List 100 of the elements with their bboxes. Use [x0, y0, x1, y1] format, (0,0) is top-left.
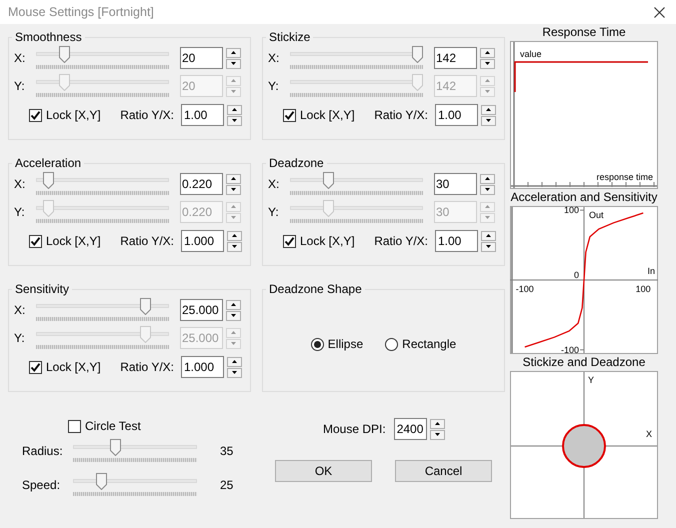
down-arrow-icon — [485, 90, 490, 93]
down-arrow-icon — [231, 342, 236, 345]
checkbox[interactable] — [283, 234, 296, 248]
checkbox[interactable] — [283, 108, 296, 122]
close-icon[interactable] — [654, 6, 665, 18]
spin-up-button[interactable] — [227, 104, 242, 114]
ratio-label: Ratio Y/X: — [120, 234, 174, 248]
slider-thumb[interactable] — [322, 172, 334, 189]
spin-up-button[interactable] — [430, 418, 445, 428]
ratio-field[interactable]: 1.000 — [181, 356, 224, 378]
spin-down-button[interactable] — [227, 242, 242, 252]
up-arrow-icon — [231, 303, 236, 306]
up-arrow-icon — [485, 51, 490, 54]
spin-up-button[interactable] — [480, 174, 495, 184]
slider[interactable] — [73, 473, 197, 497]
checkbox-label: Circle Test — [85, 419, 141, 433]
slider-reading: 35 — [220, 444, 234, 458]
down-arrow-icon — [486, 119, 491, 122]
value-field[interactable]: 20 — [180, 47, 223, 69]
radio-button[interactable] — [385, 338, 398, 350]
axis-label: Y — [588, 375, 594, 385]
slider[interactable] — [36, 74, 169, 98]
slider[interactable] — [290, 46, 423, 70]
down-arrow-icon — [231, 62, 236, 65]
radio-label: Ellipse — [328, 337, 364, 351]
spin-up-button[interactable] — [226, 300, 241, 310]
up-arrow-icon — [486, 234, 491, 237]
down-arrow-icon — [231, 314, 236, 317]
ratio-field[interactable]: 1.00 — [181, 104, 224, 126]
axis-label: X: — [13, 51, 26, 65]
spin-up-button[interactable] — [481, 230, 496, 240]
spin-up-button[interactable] — [226, 48, 241, 58]
check-icon — [30, 362, 41, 372]
up-arrow-icon — [232, 108, 237, 111]
value-field[interactable]: 25.000 — [180, 299, 223, 321]
slider-thumb[interactable] — [140, 298, 151, 315]
up-arrow-icon — [231, 205, 236, 208]
down-arrow-icon — [231, 188, 236, 191]
tick-label: -100 — [516, 284, 534, 294]
value-field[interactable]: 30 — [434, 173, 477, 195]
down-arrow-icon — [232, 371, 237, 374]
slider[interactable] — [36, 200, 169, 224]
slider[interactable] — [36, 326, 169, 350]
spin-down-button[interactable] — [227, 368, 242, 378]
spin-up-button[interactable] — [480, 48, 495, 58]
slider-thumb[interactable] — [96, 473, 107, 490]
slider-reading: 25 — [220, 478, 234, 492]
ratio-field[interactable]: 1.00 — [435, 230, 478, 252]
slider[interactable] — [290, 172, 423, 196]
checkbox[interactable] — [29, 108, 42, 122]
spin-up-button[interactable] — [227, 356, 242, 366]
checkbox[interactable] — [68, 420, 81, 432]
up-arrow-icon — [232, 234, 237, 237]
slider-thumb[interactable] — [412, 46, 423, 63]
dialog-button[interactable]: OK — [275, 460, 372, 482]
spin-down-button[interactable] — [480, 184, 495, 194]
slider[interactable] — [290, 200, 423, 224]
down-arrow-icon — [232, 245, 237, 248]
spin-up-button[interactable] — [227, 230, 242, 240]
dialog-button[interactable]: Cancel — [395, 460, 492, 482]
slider[interactable] — [36, 46, 169, 70]
slider-label: Speed: — [22, 478, 62, 492]
checkbox[interactable] — [29, 360, 42, 374]
checkbox[interactable] — [29, 234, 42, 248]
spin-down-button[interactable] — [226, 58, 241, 68]
axis-label: X: — [267, 177, 280, 191]
slider[interactable] — [36, 298, 169, 322]
axis-label: response time — [596, 172, 653, 182]
radio-button[interactable] — [310, 338, 324, 350]
spin-down-button[interactable] — [430, 430, 445, 440]
spin-down-button[interactable] — [227, 116, 242, 126]
down-arrow-icon — [232, 119, 237, 122]
group-title: Deadzone Shape — [268, 282, 363, 296]
dpi-field[interactable]: 2400 — [394, 418, 427, 440]
value-field[interactable]: 0.220 — [180, 173, 223, 195]
down-arrow-icon — [485, 188, 490, 191]
window-title: Mouse Settings [Fortnight] — [8, 5, 154, 19]
up-arrow-icon — [485, 177, 490, 180]
ratio-field[interactable]: 1.000 — [181, 230, 224, 252]
spin-up-button[interactable] — [481, 104, 496, 114]
slider-thumb[interactable] — [110, 439, 122, 456]
spin-down-button[interactable] — [481, 116, 496, 126]
axis-label: X: — [13, 177, 26, 191]
spin-down-button[interactable] — [481, 242, 496, 252]
chart-title: Acceleration and Sensitivity — [510, 189, 658, 206]
spin-down-button[interactable] — [226, 310, 241, 320]
slider[interactable] — [290, 74, 423, 98]
value-field[interactable]: 142 — [434, 47, 477, 69]
axis-label: X: — [13, 303, 26, 317]
spin-down-button[interactable] — [480, 58, 495, 68]
spin-down-button[interactable] — [226, 184, 241, 194]
axis-label: Y: — [13, 79, 26, 93]
slider-thumb[interactable] — [43, 172, 54, 189]
slider[interactable] — [36, 172, 169, 196]
spin-up-button[interactable] — [226, 174, 241, 184]
axis-label: Out — [589, 210, 604, 220]
ratio-field[interactable]: 1.00 — [435, 104, 478, 126]
group-title: Deadzone — [268, 156, 325, 170]
slider-thumb[interactable] — [59, 46, 70, 63]
slider[interactable] — [73, 439, 197, 463]
